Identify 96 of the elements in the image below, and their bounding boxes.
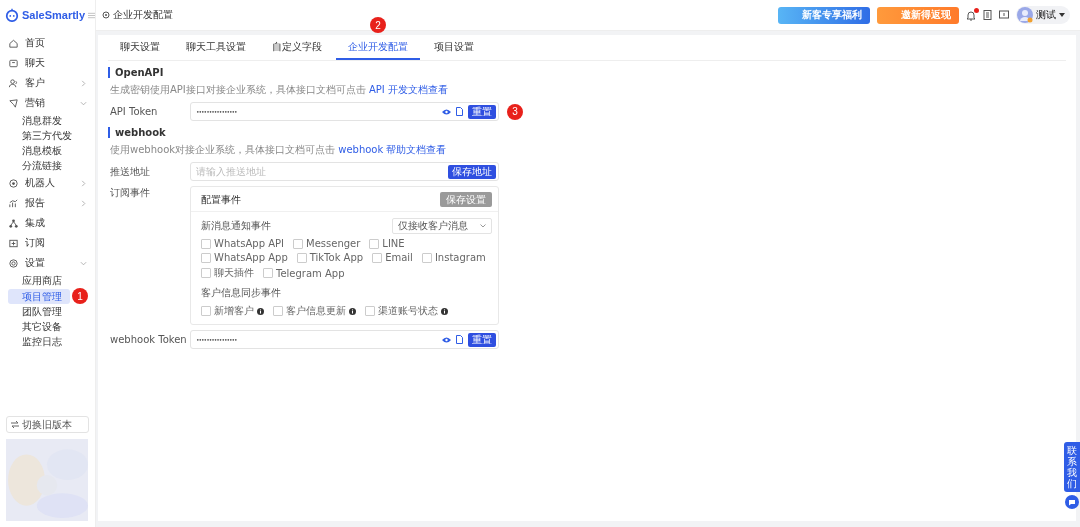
sidebar-subitem[interactable]: 消息模板 [8, 143, 70, 158]
sidebar-item[interactable]: 客户 [0, 73, 95, 93]
checkbox-option[interactable]: WhatsApp API [201, 238, 285, 249]
sidebar-item[interactable]: 机器人 [0, 173, 95, 193]
info-icon[interactable] [257, 307, 264, 315]
checkbox-option[interactable]: 渠道账号状态 [365, 304, 438, 318]
tab[interactable]: 项目设置 [422, 36, 486, 60]
group-title: 客户信息同步事件 [201, 286, 281, 300]
checkbox[interactable] [369, 238, 380, 249]
checkbox[interactable] [201, 252, 211, 263]
subscription-icon [8, 237, 19, 249]
sidebar-item[interactable]: 首页 [0, 33, 95, 53]
checkbox[interactable] [421, 252, 432, 263]
info-icon[interactable] [349, 307, 356, 315]
tab[interactable]: 自定义字段 [260, 36, 334, 60]
chart-icon [8, 197, 19, 209]
tab[interactable]: 聊天工具设置 [174, 36, 258, 60]
description-text: 使用webhook对接企业系统，具体接口文档可点击 webhook 帮助文档查看 [110, 143, 447, 157]
checkbox-option[interactable]: LINE [369, 238, 405, 249]
promo-banner[interactable]: 新客专享福利 [778, 6, 870, 24]
caret-icon [1059, 13, 1065, 17]
settings-icon [8, 257, 19, 269]
checkbox-option[interactable]: Email [372, 252, 413, 263]
switch-version-button[interactable]: 切换旧版本 [6, 416, 89, 433]
sidebar-item[interactable]: 集成 [0, 213, 95, 233]
save-url-button[interactable]: 保存地址 [448, 164, 496, 179]
checkbox-option[interactable]: Instagram [421, 252, 486, 263]
sidebar-item[interactable]: 订阅 [0, 233, 95, 253]
avatar-icon [1017, 7, 1033, 23]
sidebar-subitem[interactable]: 项目管理 [8, 288, 70, 304]
sidebar-subitem[interactable]: 团队管理 [8, 304, 70, 319]
chat-icon[interactable] [1065, 495, 1079, 509]
section-title: OpenAPI [108, 67, 164, 78]
copy-icon[interactable] [456, 335, 463, 344]
chat-icon [8, 57, 19, 69]
settings-icon [102, 11, 110, 19]
docs-link[interactable]: API 开发文档查看 [369, 84, 448, 95]
group-title: 新消息通知事件 [201, 219, 271, 233]
checkbox-option[interactable]: Messenger [293, 238, 361, 249]
checkbox[interactable] [201, 238, 211, 249]
eye-icon[interactable] [442, 336, 451, 343]
sidebar-subitem[interactable]: 其它设备 [8, 319, 70, 334]
sidebar-subitem[interactable]: 第三方代发 [8, 128, 72, 143]
eye-icon[interactable] [442, 108, 451, 115]
sidebar-item[interactable]: 设置 [0, 253, 95, 273]
sidebar-subitem[interactable]: 应用商店 [8, 273, 70, 288]
brand-name: SaleSmartly [22, 9, 85, 21]
checkbox-option[interactable]: Telegram App [263, 266, 345, 280]
home-icon [8, 37, 19, 49]
checkbox[interactable] [273, 306, 283, 316]
logo-icon [5, 8, 19, 22]
checkbox[interactable] [201, 268, 211, 278]
copy-icon[interactable] [456, 107, 463, 116]
chevron-icon [480, 224, 486, 228]
section-title: webhook [108, 127, 166, 138]
step-badge: 1 [72, 288, 88, 304]
tab[interactable]: 企业开发配置 [336, 36, 420, 60]
contact-tab[interactable]: 联系我们 [1064, 442, 1080, 492]
card-title: 配置事件 [201, 192, 241, 207]
description-text: 生成密钥使用API接口对接企业系统，具体接口文档可点击 API 开发文档查看 [110, 83, 448, 97]
field-label: API Token [109, 106, 159, 117]
checkbox[interactable] [365, 306, 375, 316]
field-label: 推送地址 [109, 164, 151, 179]
sidebar-subitem[interactable]: 监控日志 [8, 334, 70, 349]
user-menu[interactable]: 测试 [1016, 6, 1070, 24]
checkbox[interactable] [372, 252, 383, 263]
info-icon[interactable] [441, 307, 448, 315]
swap-icon [11, 421, 19, 428]
sidebar-subitem[interactable]: 分流链接 [8, 158, 70, 173]
checkbox-option[interactable]: 新增客户 [201, 304, 254, 318]
reset-button[interactable]: 重置 [468, 104, 496, 119]
nodes-icon [8, 217, 19, 229]
menu-icon[interactable] [88, 11, 95, 19]
step-badge: 3 [507, 103, 523, 120]
sidebar-subitem[interactable]: 消息群发 [8, 113, 70, 128]
checkbox-option[interactable]: WhatsApp App [201, 252, 288, 263]
filter-dropdown[interactable]: 仅接收客户消息 [392, 218, 492, 234]
checkbox[interactable] [296, 252, 307, 263]
field-label: 订阅事件 [109, 186, 151, 200]
reset-button[interactable]: 重置 [468, 332, 496, 347]
document-icon[interactable] [983, 10, 992, 20]
people-icon [8, 77, 19, 89]
sidebar-item[interactable]: 营销 [0, 93, 95, 113]
checkbox-option[interactable]: TikTok App [296, 252, 364, 263]
sidebar-item[interactable]: 报告 [0, 193, 95, 213]
checkbox[interactable] [201, 306, 211, 316]
sidebar-item[interactable]: 聊天 [0, 53, 95, 73]
docs-link[interactable]: webhook 帮助文档查看 [338, 144, 447, 155]
step-badge: 2 [370, 17, 386, 33]
bell-icon[interactable] [966, 9, 976, 21]
checkbox-option[interactable]: 聊天插件 [201, 266, 254, 280]
checkbox-option[interactable]: 客户信息更新 [273, 304, 346, 318]
page-title: 企业开发配置 [113, 8, 173, 22]
checkbox[interactable] [293, 238, 304, 249]
tab[interactable]: 聊天设置 [108, 36, 172, 60]
checkbox[interactable] [263, 268, 273, 278]
